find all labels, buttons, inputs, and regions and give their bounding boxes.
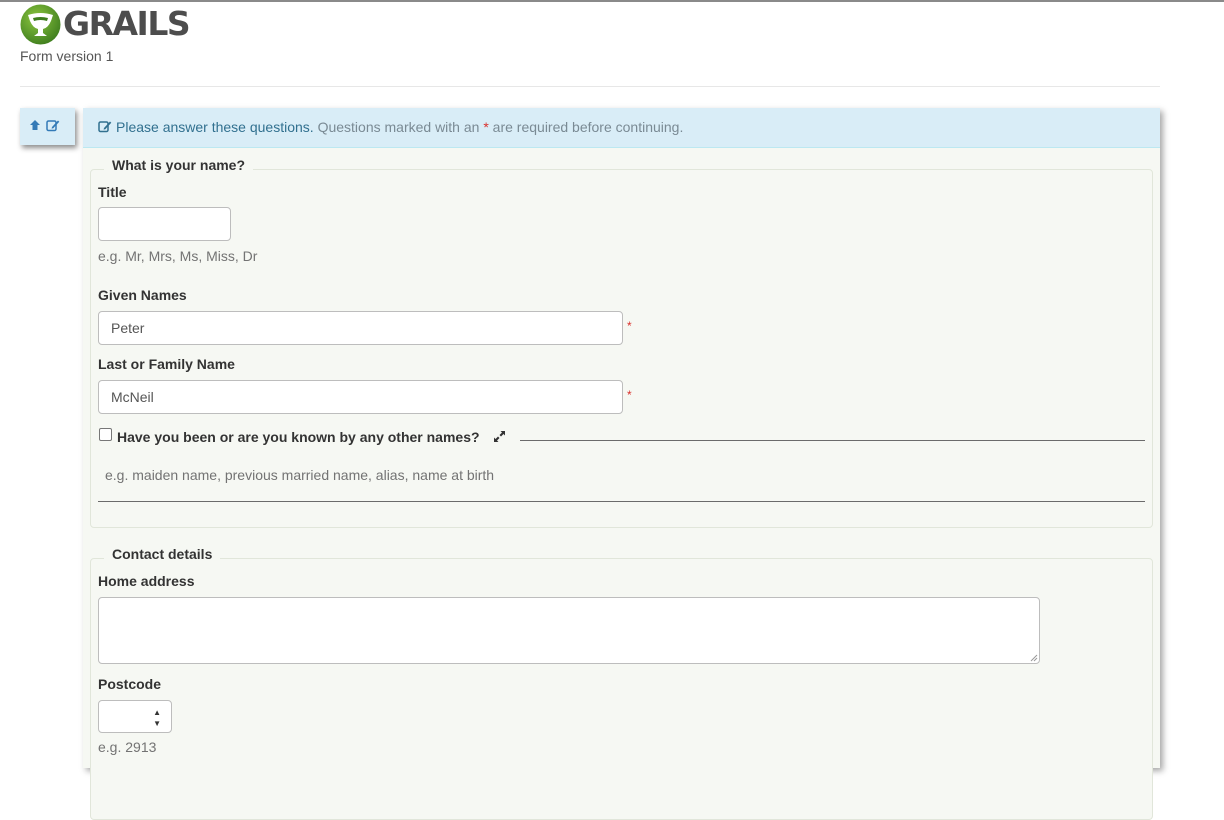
edit-icon[interactable] xyxy=(46,119,60,132)
home-address-label: Home address xyxy=(98,573,195,589)
alert-lead: Please answer these questions. xyxy=(116,119,314,135)
other-names-checkbox[interactable] xyxy=(99,428,112,441)
postcode-label: Postcode xyxy=(98,676,162,692)
contact-legend: Contact details xyxy=(104,546,221,562)
alert-text-before: Questions marked with an xyxy=(317,119,480,135)
required-marker: * xyxy=(483,119,489,135)
number-spinner-icon[interactable]: ▲ ▼ xyxy=(153,707,161,729)
alert-text-after: are required before continuing. xyxy=(492,119,684,135)
other-names-divider-bottom xyxy=(98,501,1145,502)
brand-wordmark: GRAILS xyxy=(63,4,191,43)
grails-cup-icon xyxy=(20,4,61,44)
given-names-input[interactable] xyxy=(98,311,623,345)
title-label: Title xyxy=(98,184,127,200)
last-name-label: Last or Family Name xyxy=(98,356,235,372)
expand-icon[interactable] xyxy=(493,430,506,443)
other-names-divider-top xyxy=(520,440,1145,441)
postcode-input[interactable]: ▲ ▼ xyxy=(98,700,172,733)
top-border xyxy=(0,0,1224,2)
info-alert: Please answer these questions. Questions… xyxy=(83,108,1160,148)
header-divider xyxy=(20,86,1160,87)
home-address-input[interactable] xyxy=(98,597,1040,664)
resize-grip-icon[interactable] xyxy=(1030,654,1038,662)
grails-logo: GRAILS xyxy=(20,3,191,45)
last-name-input[interactable] xyxy=(98,380,623,414)
questionnaire-panel: Please answer these questions. Questions… xyxy=(83,108,1160,820)
alert-message: Please answer these questions. Questions… xyxy=(116,119,683,135)
postcode-help: e.g. 2913 xyxy=(98,739,157,755)
edit-icon xyxy=(98,121,112,133)
name-legend: What is your name? xyxy=(104,157,254,173)
title-input[interactable] xyxy=(98,207,231,241)
arrow-up-icon[interactable] xyxy=(29,119,41,131)
other-names-help: e.g. maiden name, previous married name,… xyxy=(105,467,495,483)
side-toolbar[interactable] xyxy=(20,108,75,145)
other-names-label[interactable]: Have you been or are you known by any ot… xyxy=(117,429,480,445)
given-names-required-marker: * xyxy=(627,319,632,333)
form-version: Form version 1 xyxy=(20,48,114,64)
last-name-required-marker: * xyxy=(627,388,632,402)
title-help: e.g. Mr, Mrs, Ms, Miss, Dr xyxy=(98,248,258,264)
given-names-label: Given Names xyxy=(98,287,187,303)
